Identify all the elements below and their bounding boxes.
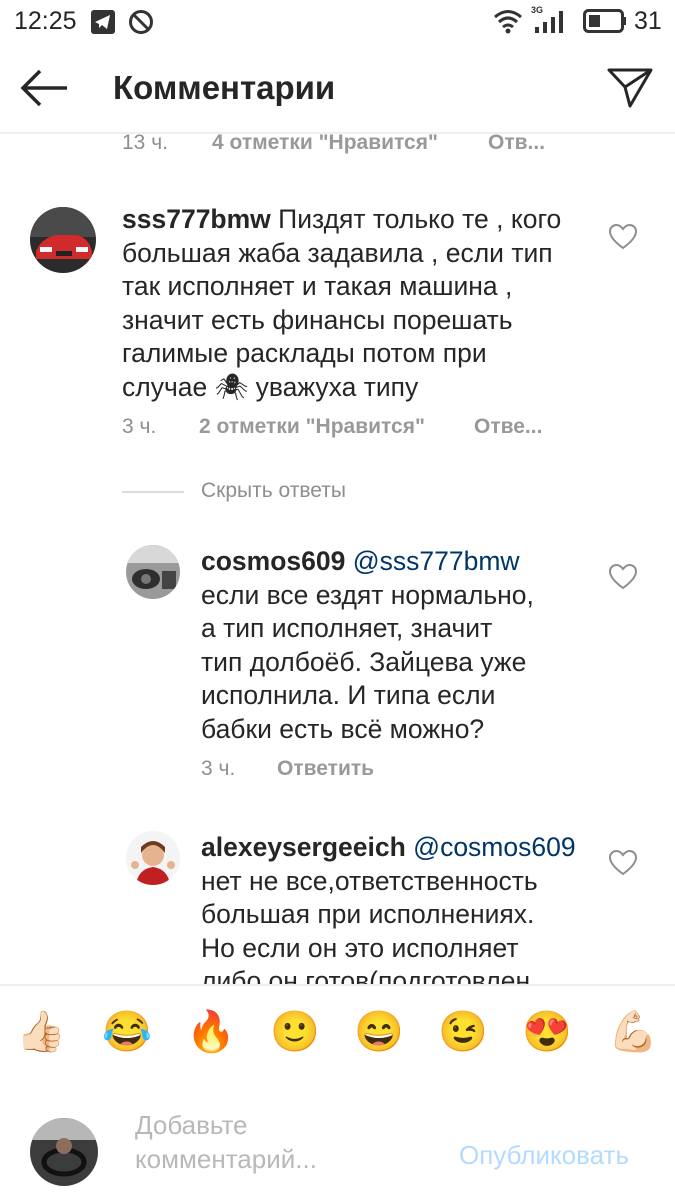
- status-time: 12:25: [14, 7, 77, 35]
- comment-time: 13 ч.: [122, 131, 168, 154]
- reply-time: 3 ч.: [201, 757, 236, 780]
- own-avatar: [30, 1118, 98, 1186]
- wifi-icon: [494, 10, 522, 34]
- hide-replies-link[interactable]: Скрыть ответы: [201, 479, 346, 503]
- comment-username[interactable]: sss777bmw: [122, 204, 271, 234]
- avatar[interactable]: [126, 831, 180, 885]
- status-bar: 12:25 3G 31: [0, 0, 675, 44]
- do-not-disturb-icon: [129, 10, 153, 34]
- reply-line-1: alexeysergeeich @cosmos609: [201, 831, 601, 865]
- reply-line-3: а тип исполняет, значит: [201, 613, 493, 643]
- avatar-driver-image: [30, 1118, 98, 1186]
- battery-icon: [583, 9, 626, 33]
- battery-level: 31: [634, 7, 662, 35]
- reply-line-5: либо он готов(подготовлен: [201, 966, 531, 984]
- reply-link[interactable]: Отве...: [474, 415, 542, 439]
- mention-link[interactable]: @sss777bmw: [353, 546, 520, 576]
- publish-button[interactable]: Опубликовать: [459, 1140, 629, 1171]
- reply-line-1: cosmos609 @sss777bmw: [201, 545, 601, 579]
- tears-of-joy-emoji[interactable]: 😂: [101, 1008, 153, 1056]
- reply-line-2: нет не все,ответственность: [201, 865, 538, 896]
- telegram-icon: [91, 10, 115, 34]
- comment-line-2: большая жаба задавила , если тип: [122, 237, 553, 268]
- likes-count-link[interactable]: 2 отметки "Нравится": [199, 415, 425, 439]
- grin-emoji[interactable]: 😄: [353, 1008, 405, 1056]
- comment-meta-partial: 13 ч.: [122, 131, 168, 155]
- comment-input[interactable]: [135, 1108, 435, 1180]
- heart-icon[interactable]: [608, 223, 638, 251]
- reply-username[interactable]: cosmos609: [201, 546, 345, 576]
- arrow-left-icon[interactable]: [20, 69, 70, 107]
- reply-body: alexeysergeeich @cosmos609 нет не все,от…: [201, 831, 601, 984]
- reply-username[interactable]: alexeysergeeich: [201, 832, 406, 862]
- likes-count-link[interactable]: 4 отметки "Нравится": [212, 131, 438, 155]
- reply-link[interactable]: Ответить: [277, 757, 374, 781]
- heart-icon[interactable]: [608, 849, 638, 877]
- comment-line-5: галимые расклады потом при: [122, 338, 487, 368]
- muscle-emoji[interactable]: 💪🏻: [607, 1008, 659, 1056]
- reply-line-6: бабки есть всё можно?: [201, 713, 485, 744]
- wink-emoji[interactable]: 😉: [437, 1008, 489, 1056]
- comment-composer: Опубликовать: [0, 1078, 675, 1200]
- comment-line-4: значит есть финансы порешать: [122, 304, 513, 335]
- avatar-car-interior-image: [126, 545, 180, 599]
- reply-line-4: Но если он это исполняет: [201, 932, 519, 963]
- avatar[interactable]: [126, 545, 180, 599]
- comment-line-3: так исполняет и такая машина ,: [122, 271, 513, 301]
- reply-line-5: исполнила. И типа если: [201, 680, 496, 710]
- thumbs-up-emoji[interactable]: 👍🏻: [15, 1008, 67, 1056]
- page-title: Комментарии: [113, 69, 336, 106]
- header: Комментарии: [0, 44, 675, 134]
- reply-line-4: тип долбоёб. Зайцева уже: [201, 646, 527, 677]
- avatar-car-image: [30, 207, 96, 273]
- fire-emoji[interactable]: 🔥: [185, 1008, 237, 1056]
- reply-line-3: большая при исполнениях.: [201, 899, 535, 929]
- comment-body: sss777bmw Пиздят только те , кого больша…: [122, 203, 602, 404]
- reply-link[interactable]: Отв...: [488, 131, 545, 155]
- network-type: 3G: [531, 5, 544, 15]
- emoji-bar: 👍🏻 😂 🔥 🙂 😄 😉 😍 💪🏻: [0, 984, 675, 1080]
- heart-icon[interactable]: [608, 563, 638, 591]
- reply-line-2: если все ездят нормально,: [201, 579, 534, 610]
- comment-time: 3 ч.: [122, 415, 157, 438]
- paper-plane-icon[interactable]: [606, 66, 654, 110]
- comment-line-6: случае 🕷 уважуха типу: [122, 371, 419, 402]
- reply-body: cosmos609 @sss777bmw если все ездят норм…: [201, 545, 601, 746]
- avatar[interactable]: [30, 207, 96, 273]
- comment-line-1: sss777bmw Пиздят только те , кого: [122, 204, 562, 234]
- heart-eyes-emoji[interactable]: 😍: [521, 1008, 573, 1056]
- divider: [122, 491, 184, 493]
- smile-emoji[interactable]: 🙂: [269, 1008, 321, 1056]
- mention-link[interactable]: @cosmos609: [413, 832, 575, 862]
- avatar-cartoon-image: [126, 831, 180, 885]
